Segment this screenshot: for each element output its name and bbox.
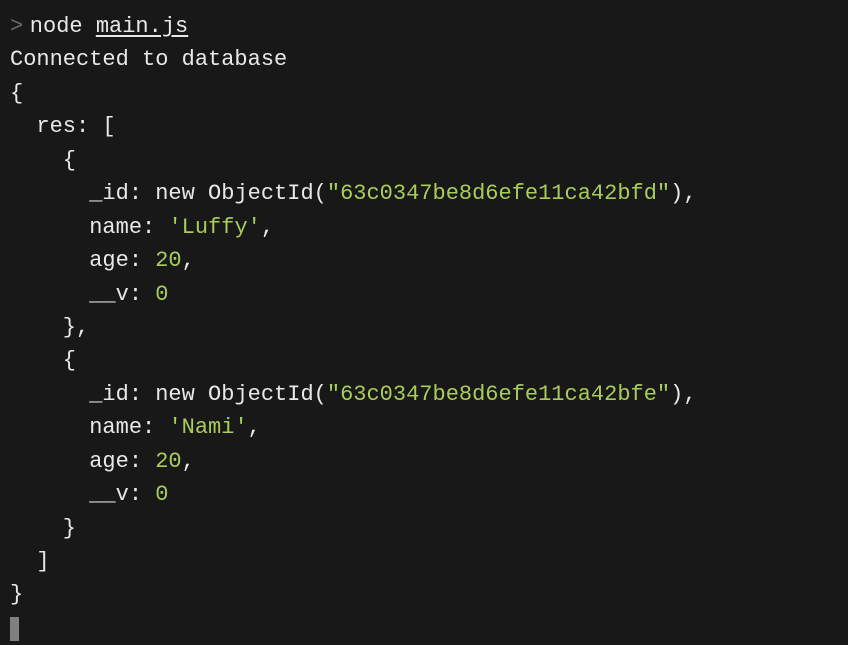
output-item2-age: age: 20, xyxy=(10,445,838,478)
terminal-output[interactable]: > node main.js Connected to database { re… xyxy=(10,10,838,645)
cursor-line[interactable] xyxy=(10,612,838,645)
prompt-symbol: > xyxy=(10,14,23,39)
output-item1-open: { xyxy=(10,144,838,177)
output-obj-close: } xyxy=(10,578,838,611)
output-item1-id: _id: new ObjectId("63c0347be8d6efe11ca42… xyxy=(10,177,838,210)
output-connected: Connected to database xyxy=(10,43,838,76)
output-res-label: res: [ xyxy=(10,110,838,143)
output-arr-close: ] xyxy=(10,545,838,578)
output-item2-open: { xyxy=(10,344,838,377)
output-item2-v: __v: 0 xyxy=(10,478,838,511)
output-item1-close: }, xyxy=(10,311,838,344)
output-obj-open: { xyxy=(10,77,838,110)
output-item1-v: __v: 0 xyxy=(10,278,838,311)
command-name: node xyxy=(30,14,83,39)
output-item2-name: name: 'Nami', xyxy=(10,411,838,444)
prompt-line: > node main.js xyxy=(10,10,838,43)
output-item1-name: name: 'Luffy', xyxy=(10,211,838,244)
command-arg: main.js xyxy=(96,14,188,39)
output-item2-close: } xyxy=(10,512,838,545)
output-item2-id: _id: new ObjectId("63c0347be8d6efe11ca42… xyxy=(10,378,838,411)
output-item1-age: age: 20, xyxy=(10,244,838,277)
cursor-icon xyxy=(10,617,19,641)
